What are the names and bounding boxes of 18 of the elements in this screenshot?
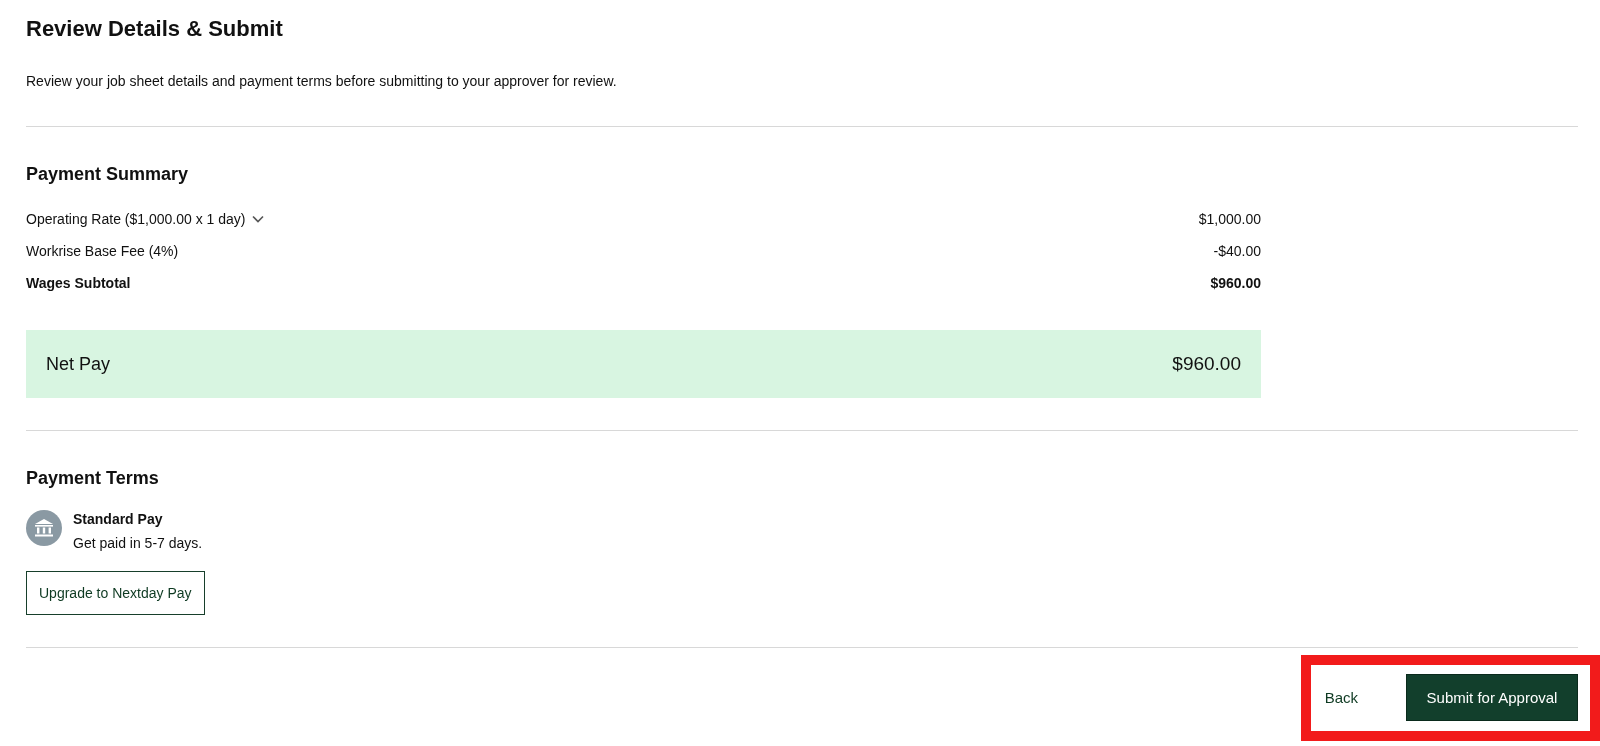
line-label: Operating Rate ($1,000.00 x 1 day)	[26, 211, 246, 227]
option-detail: Get paid in 5-7 days.	[73, 534, 203, 553]
amount: -$40.00	[1213, 243, 1261, 259]
section-heading: Payment Summary	[26, 163, 190, 185]
description-text: Review your job sheet details and payment terms before submitting to your approver for review.	[26, 72, 618, 90]
section-heading: Payment Terms	[26, 467, 160, 489]
back-button[interactable]: Back	[1320, 685, 1362, 710]
amount: $1,000.00	[1198, 211, 1261, 227]
line-label: Workrise Base Fee (4%)	[26, 243, 179, 259]
upgrade-button[interactable]: Upgrade to Nextday Pay	[26, 571, 205, 615]
page-title: Review Details & Submit	[26, 16, 284, 42]
net-pay-label: Net Pay	[46, 353, 111, 375]
bank-icon	[26, 510, 62, 546]
amount: $960.00	[1210, 275, 1261, 291]
submit-button[interactable]: Submit for Approval	[1406, 674, 1578, 721]
net-pay-amount: $960.00	[1172, 353, 1241, 375]
option-name: Standard Pay	[73, 510, 164, 529]
line-label: Wages Subtotal	[26, 275, 131, 291]
